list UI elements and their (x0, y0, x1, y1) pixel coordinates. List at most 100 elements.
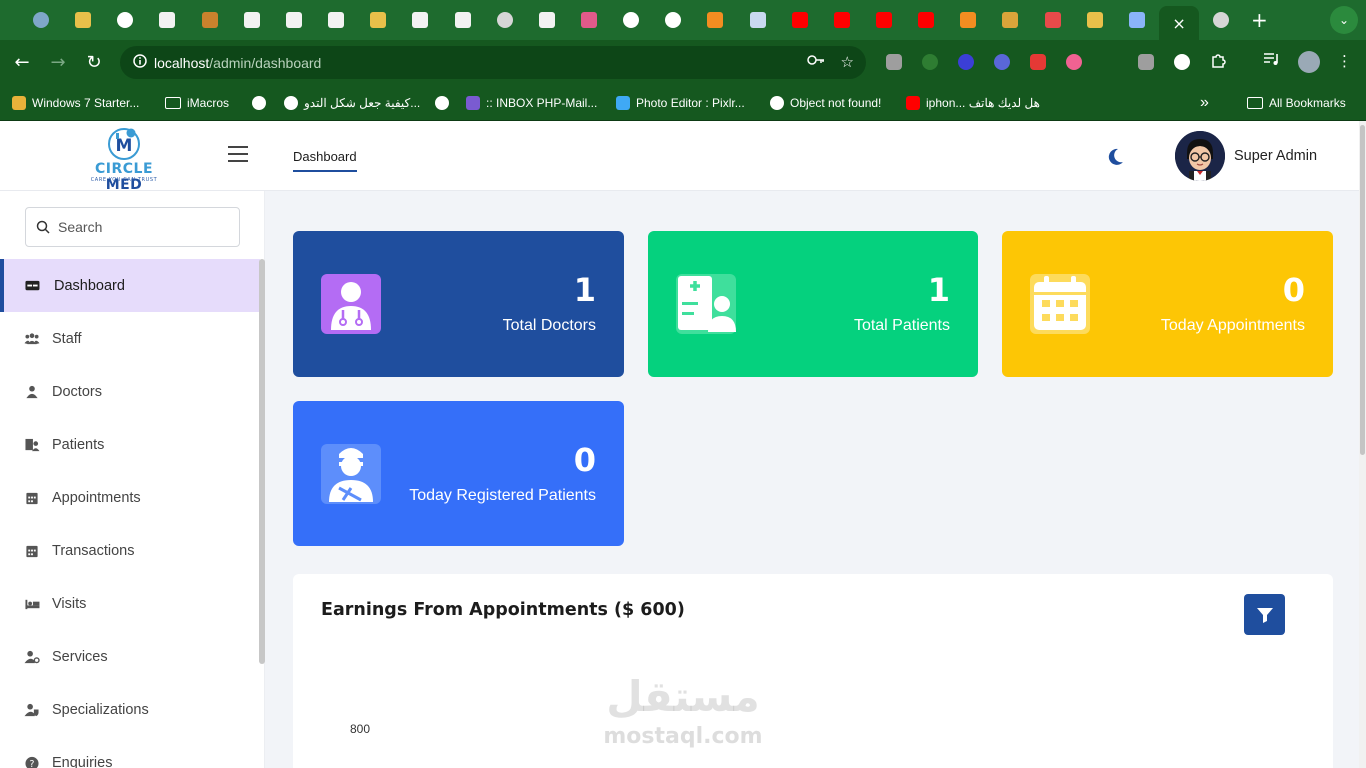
bookmark-item[interactable] (435, 94, 449, 112)
more-bookmarks-button[interactable]: » (1200, 94, 1209, 112)
extension-zm-icon[interactable] (958, 54, 974, 70)
sidebar-item-appointments[interactable]: Appointments (0, 471, 260, 524)
browser-tab[interactable] (1082, 8, 1108, 32)
stat-count: 0 (1282, 271, 1305, 309)
browser-tab[interactable] (576, 8, 602, 32)
extension-rocket-icon[interactable] (1066, 54, 1082, 70)
header-tab-dashboard[interactable]: Dashboard (293, 149, 357, 172)
stat-card[interactable]: 1 Total Patients (648, 231, 978, 377)
browser-tab[interactable] (871, 8, 897, 32)
filter-button[interactable] (1244, 594, 1285, 635)
bookmark-star-icon[interactable]: ☆ (841, 53, 854, 71)
browser-tab[interactable] (197, 8, 223, 32)
browser-tab[interactable] (70, 8, 96, 32)
browser-toolbar: ← → ↻ localhost/admin/dashboard ☆ ⋮ (0, 40, 1366, 85)
url-text: localhost/admin/dashboard (154, 54, 322, 71)
address-bar[interactable]: localhost/admin/dashboard ☆ (120, 46, 866, 79)
browser-tab[interactable] (618, 8, 644, 32)
browser-menu-icon[interactable]: ⋮ (1337, 52, 1352, 70)
browser-tab[interactable] (829, 8, 855, 32)
browser-tab[interactable] (955, 8, 981, 32)
browser-tab[interactable] (365, 8, 391, 32)
bookmark-item[interactable]: كيفية جعل شكل التدو... (284, 94, 420, 112)
dashboard-icon (25, 280, 40, 290)
youtube-icon (833, 12, 850, 28)
heart-hands-icon (75, 12, 92, 28)
sidebar-item-label: Patients (52, 436, 105, 453)
globe-icon (770, 96, 784, 110)
new-tab-button[interactable]: + (1246, 8, 1272, 32)
profile-avatar-icon[interactable] (1298, 51, 1320, 73)
xampp-icon (960, 12, 977, 28)
bookmark-item[interactable] (252, 94, 266, 112)
stat-label: Total Doctors (502, 317, 596, 334)
sidebar-item-visits[interactable]: Visits (0, 577, 260, 630)
extension-globe-icon[interactable] (994, 54, 1010, 70)
close-icon[interactable]: × (1172, 14, 1185, 33)
feather-icon (466, 96, 480, 110)
browser-tab[interactable] (534, 8, 560, 32)
user-name[interactable]: Super Admin (1234, 148, 1317, 164)
bookmark-item[interactable]: Windows 7 Starter... (12, 94, 139, 112)
tab-search-chevron-icon[interactable]: ⌄ (1330, 6, 1358, 34)
tent-icon (1002, 12, 1019, 28)
sidebar-item-patients[interactable]: Patients (0, 418, 260, 471)
reload-icon[interactable]: ↻ (82, 50, 106, 74)
browser-tab[interactable] (450, 8, 476, 32)
extension-w-icon[interactable] (1174, 54, 1190, 70)
browser-tab[interactable] (28, 8, 54, 32)
sidebar-item-dashboard[interactable]: Dashboard (0, 259, 260, 312)
active-tab[interactable]: × (1159, 6, 1200, 40)
browser-tab[interactable] (154, 8, 180, 32)
browser-tab[interactable] (239, 8, 265, 32)
password-key-icon[interactable] (806, 53, 825, 71)
moon-icon[interactable] (1105, 147, 1125, 167)
browser-tab[interactable] (281, 8, 307, 32)
extension-r-icon[interactable] (886, 54, 902, 70)
browser-tab[interactable] (112, 8, 138, 32)
browser-tab[interactable] (702, 8, 728, 32)
browser-tab[interactable] (1040, 8, 1066, 32)
bookmark-item[interactable]: Object not found! (770, 94, 881, 112)
media-queue-icon[interactable] (1263, 52, 1280, 70)
sidebar-item-transactions[interactable]: Transactions (0, 524, 260, 577)
forward-arrow-icon[interactable]: → (46, 50, 70, 74)
sidebar-toggle-icon[interactable] (228, 146, 248, 162)
back-arrow-icon[interactable]: ← (10, 50, 34, 74)
site-info-icon[interactable] (126, 53, 154, 72)
sidebar-item-enquiries[interactable]: ? Enquiries (0, 736, 260, 768)
youtube-icon (906, 96, 920, 110)
extension-red-icon[interactable] (1030, 54, 1046, 70)
bookmark-item[interactable]: Photo Editor : Pixlr... (616, 94, 745, 112)
search-input[interactable] (58, 219, 228, 235)
sidebar-item-services[interactable]: Services (0, 630, 260, 683)
main-scrollbar[interactable] (1359, 121, 1366, 768)
sidebar-item-specializations[interactable]: Specializations (0, 683, 260, 736)
stat-card[interactable]: 1 Total Doctors (293, 231, 624, 377)
sidebar-item-staff[interactable]: Staff (0, 312, 260, 365)
browser-tab[interactable] (997, 8, 1023, 32)
browser-tab[interactable] (323, 8, 349, 32)
sidebar-item-doctors[interactable]: Doctors (0, 365, 260, 418)
extension-download-icon[interactable] (1138, 54, 1154, 70)
extensions-puzzle-icon[interactable] (1210, 52, 1227, 73)
bookmark-item[interactable]: iMacros (165, 94, 229, 112)
user-avatar[interactable] (1175, 131, 1225, 181)
stat-card[interactable]: 0 Today Appointments (1002, 231, 1333, 377)
chart-y-tick: 800 (350, 722, 371, 736)
stat-card[interactable]: 0 Today Registered Patients (293, 401, 624, 546)
browser-tab[interactable] (913, 8, 939, 32)
browser-tab[interactable] (407, 8, 433, 32)
browser-tab[interactable] (787, 8, 813, 32)
browser-tab[interactable] (660, 8, 686, 32)
svg-text:?: ? (30, 759, 35, 768)
sidebar-scrollbar[interactable] (259, 259, 265, 664)
browser-tab[interactable] (1124, 8, 1150, 32)
browser-tab[interactable] (492, 8, 518, 32)
browser-tab[interactable] (1208, 8, 1234, 32)
bookmark-item[interactable]: :: INBOX PHP-Mail... (466, 94, 597, 112)
browser-tab[interactable] (745, 8, 771, 32)
extension-green-icon[interactable] (922, 54, 938, 70)
all-bookmarks-button[interactable]: All Bookmarks (1247, 94, 1346, 112)
bookmark-item[interactable]: iphon... هل لديك هاتف (906, 94, 1040, 112)
